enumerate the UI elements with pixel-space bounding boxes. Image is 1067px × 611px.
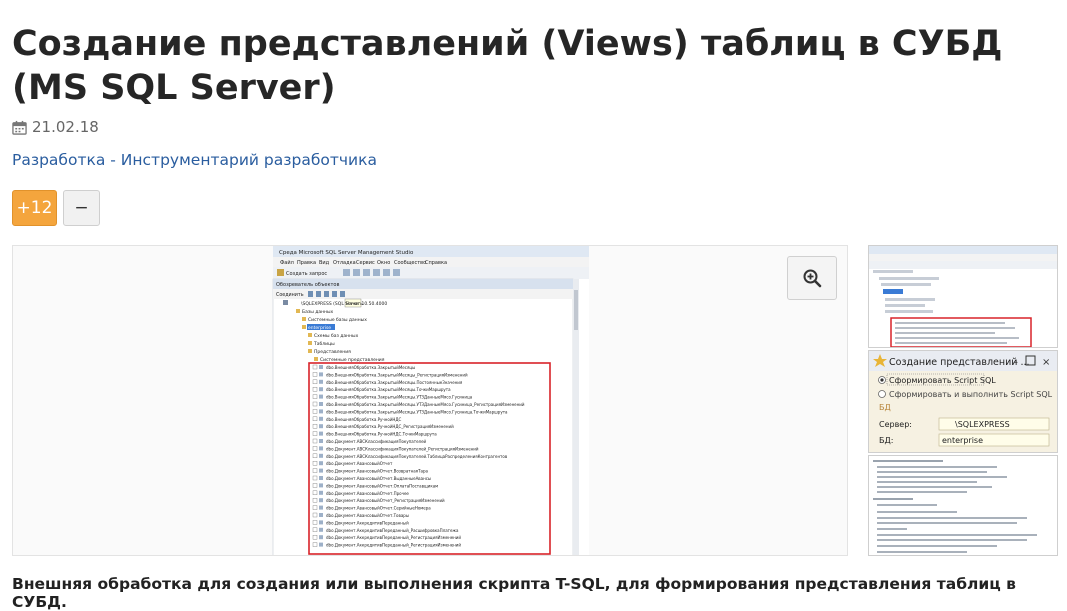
image-caption: Внешняя обработка для создания или выпол… xyxy=(12,575,1016,611)
view-item: dbo.ВнешняяОбработка.РучнойНДС_Регистрац… xyxy=(326,424,454,429)
calendar-icon xyxy=(12,120,27,135)
view-icon xyxy=(319,365,323,369)
view-item: dbo.Документ.АвансовыйОтчет.СерийныеНоме… xyxy=(326,506,431,511)
ssms-tree-system-dbs: Системные базы данных xyxy=(308,317,367,323)
view-item: dbo.ВнешняяОбработка.ЗакрытыйМесяцы.УТЗД… xyxy=(326,402,525,407)
view-item: dbo.Документ.АккредитивПереданный xyxy=(326,520,409,525)
view-icon xyxy=(319,394,323,399)
view-item: dbo.Документ.АвансовыйОтчет.Прочее xyxy=(326,491,409,496)
view-item: dbo.Документ.АвансовыйОтчет_РегистрацияИ… xyxy=(326,498,445,503)
view-icon xyxy=(319,483,323,488)
ssms-screenshot: Среда Microsoft SQL Server Management St… xyxy=(272,246,589,555)
section-label: БД xyxy=(879,403,891,412)
view-icon xyxy=(319,446,323,451)
ssms-menu-file: Файл xyxy=(280,259,294,266)
main-image-frame[interactable]: Среда Microsoft SQL Server Management St… xyxy=(12,245,848,556)
view-icon xyxy=(319,468,323,473)
ssms-menu-help: Справка xyxy=(425,260,447,266)
view-item: dbo.ВнешняяОбработка.ЗакрытыйМесяцы.УТЗД… xyxy=(326,409,508,414)
date-text: 21.02.18 xyxy=(32,118,99,136)
zoom-button[interactable] xyxy=(787,256,837,300)
downvote-button[interactable]: − xyxy=(63,190,100,226)
view-icon xyxy=(319,439,323,443)
ssms-menu-window: Окно xyxy=(377,260,390,266)
view-icon xyxy=(319,476,323,480)
option-generate-exec: Сформировать и выполнить Script SQL xyxy=(889,390,1053,399)
view-icon xyxy=(319,387,323,392)
view-icon xyxy=(319,431,323,436)
view-item: dbo.Документ.АккредитивПереданный_Регист… xyxy=(326,543,461,548)
view-icon xyxy=(319,505,323,510)
view-item: dbo.ВнешняяОбработка.ЗакрытыйМесяцы.УТЗД… xyxy=(326,395,473,400)
view-item: dbo.ВнешняяОбработка.ЗакрытыйМесяцы.Точк… xyxy=(326,387,451,392)
view-item: dbo.ВнешняяОбработка.ЗакрытыйМесяцы_Реги… xyxy=(326,372,468,377)
ssms-tree-tables: Таблицы xyxy=(313,341,335,347)
thumbnail-3[interactable] xyxy=(868,455,1058,556)
view-item: dbo.Документ.АвансовыйОтчет.Товары xyxy=(326,513,409,518)
ssms-new-query: Создать запрос xyxy=(286,271,327,277)
ssms-menu-community: Сообщество xyxy=(394,260,426,266)
ssms-menu-edit: Правка xyxy=(297,260,316,266)
view-icon xyxy=(319,542,323,547)
dialog-minimize-icon: – xyxy=(1013,357,1018,368)
dialog-close-icon: × xyxy=(1042,357,1050,368)
ssms-tree-system-views: Системные представления xyxy=(320,357,385,363)
view-icon xyxy=(319,461,323,466)
category-link[interactable]: Разработка - Инструментарий разработчика xyxy=(12,151,377,169)
view-icon xyxy=(319,409,323,414)
view-item: dbo.ВнешняяОбработка.ЗакрытыйМесяцы.Пост… xyxy=(326,380,463,385)
view-icon xyxy=(319,535,323,540)
view-icon xyxy=(319,513,323,517)
view-item: dbo.Документ.АвансовыйОтчет xyxy=(326,461,393,466)
view-item: dbo.Документ.АвансовыйОтчет.ВозвратнаяТа… xyxy=(326,469,429,474)
view-icon xyxy=(319,372,323,377)
view-item: dbo.ВнешняяОбработка.РучнойНДС.ТочкиМарш… xyxy=(326,432,437,437)
view-icon xyxy=(319,453,323,458)
view-icon xyxy=(319,402,323,406)
thumbnail-1[interactable] xyxy=(868,245,1058,348)
ssms-tree-diagrams: Схемы баз данных xyxy=(314,333,359,339)
publish-date: 21.02.18 xyxy=(12,117,99,137)
view-icon xyxy=(319,424,323,429)
view-item: dbo.Документ.АккредитивПереданный_Расшиф… xyxy=(326,528,459,533)
ssms-menu-view: Вид xyxy=(319,260,330,266)
ssms-menu-debug: Отладка xyxy=(333,260,356,266)
view-item: dbo.ВнешняяОбработка.РучнойНДС xyxy=(326,417,402,422)
view-item: dbo.Документ.АккредитивПереданный_Регист… xyxy=(326,535,461,540)
page-title: Создание представлений (Views) таблиц в … xyxy=(12,24,1003,108)
view-item: dbo.Документ.АвансовыйОтчет.ОплатаПостав… xyxy=(326,483,438,488)
ssms-menu-tools: Сервис xyxy=(356,260,375,266)
view-icon xyxy=(319,490,323,495)
view-item: dbo.Документ.АвансовыйОтчет.ВыданныеАван… xyxy=(326,476,431,481)
dialog-title: Создание представлений ... xyxy=(889,357,1030,368)
server-label: Сервер: xyxy=(879,420,912,429)
ssms-window-title: Среда Microsoft SQL Server Management St… xyxy=(279,250,414,256)
db-value: enterprise xyxy=(942,436,983,445)
ssms-server-node: \SQLEXPRESS (SQL Server 10.50.4000 xyxy=(301,301,387,307)
view-item: dbo.Документ.ABCКлассификацияПокупателей… xyxy=(326,446,479,451)
view-item: dbo.Документ.ABCКлассификацияПокупателей xyxy=(326,439,427,444)
view-icon xyxy=(319,498,323,503)
view-item: dbo.Документ.ABCКлассификацияПокупателей… xyxy=(326,454,508,459)
ssms-explorer-title: Обозреватель объектов xyxy=(276,282,339,288)
option-generate: Сформировать Script SQL xyxy=(889,376,996,385)
thumbnail-2[interactable]: Создание представлений ... – × Сформиров… xyxy=(868,350,1058,453)
server-value: \SQLEXPRESS xyxy=(955,420,1010,429)
db-label: БД: xyxy=(879,436,893,445)
ssms-connect: Соединить xyxy=(276,292,304,298)
view-item: dbo.ВнешняяОбработка.ЗакрытыйМесяцы xyxy=(326,365,415,370)
ssms-tree-databases: Базы данных xyxy=(302,309,334,315)
view-icon xyxy=(319,416,323,421)
ssms-tree-views: Представления xyxy=(314,349,351,355)
view-icon xyxy=(319,527,323,532)
upvote-button[interactable]: +12 xyxy=(12,190,57,226)
ssms-tree-enterprise: enterprise xyxy=(308,325,331,331)
view-icon xyxy=(319,520,323,525)
zoom-in-icon xyxy=(803,269,822,288)
view-icon xyxy=(319,379,323,384)
